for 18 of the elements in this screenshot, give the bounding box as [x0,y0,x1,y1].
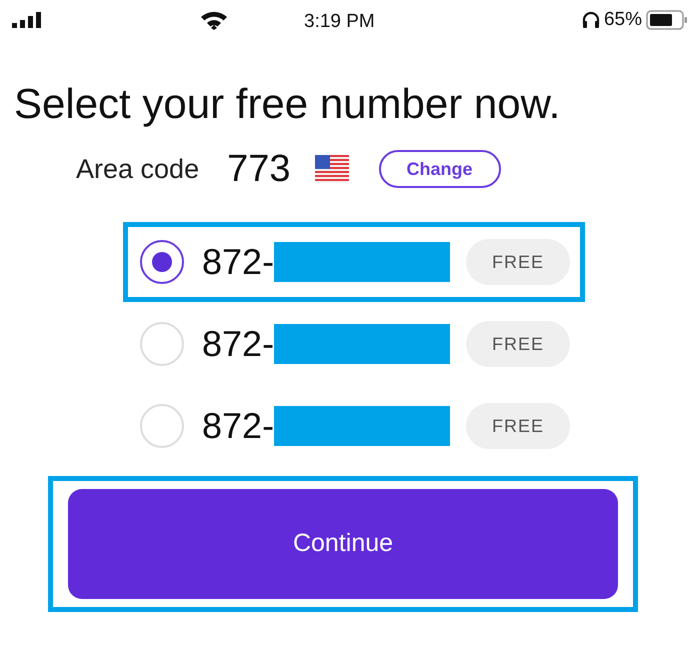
page-title: Select your free number now. [13,79,562,129]
free-badge: FREE [466,239,570,285]
status-time: 3:19 PM [304,10,375,34]
phone-number-prefix: 872- [202,408,274,444]
area-code-label: Area code [76,152,200,186]
battery-percent: 65% [604,8,642,32]
phone-number-prefix: 872- [202,326,274,362]
free-badge: FREE [466,403,570,449]
us-flag-icon [314,155,348,183]
radio-button[interactable] [140,240,184,284]
continue-button[interactable]: Continue [68,489,618,599]
headphones-icon [582,11,600,29]
free-badge: FREE [466,321,570,367]
wifi-icon [200,10,228,30]
phone-number-prefix: 872- [202,244,274,280]
change-button[interactable]: Change [378,150,500,188]
battery-icon [646,10,688,30]
area-code-value: 773 [227,146,290,192]
